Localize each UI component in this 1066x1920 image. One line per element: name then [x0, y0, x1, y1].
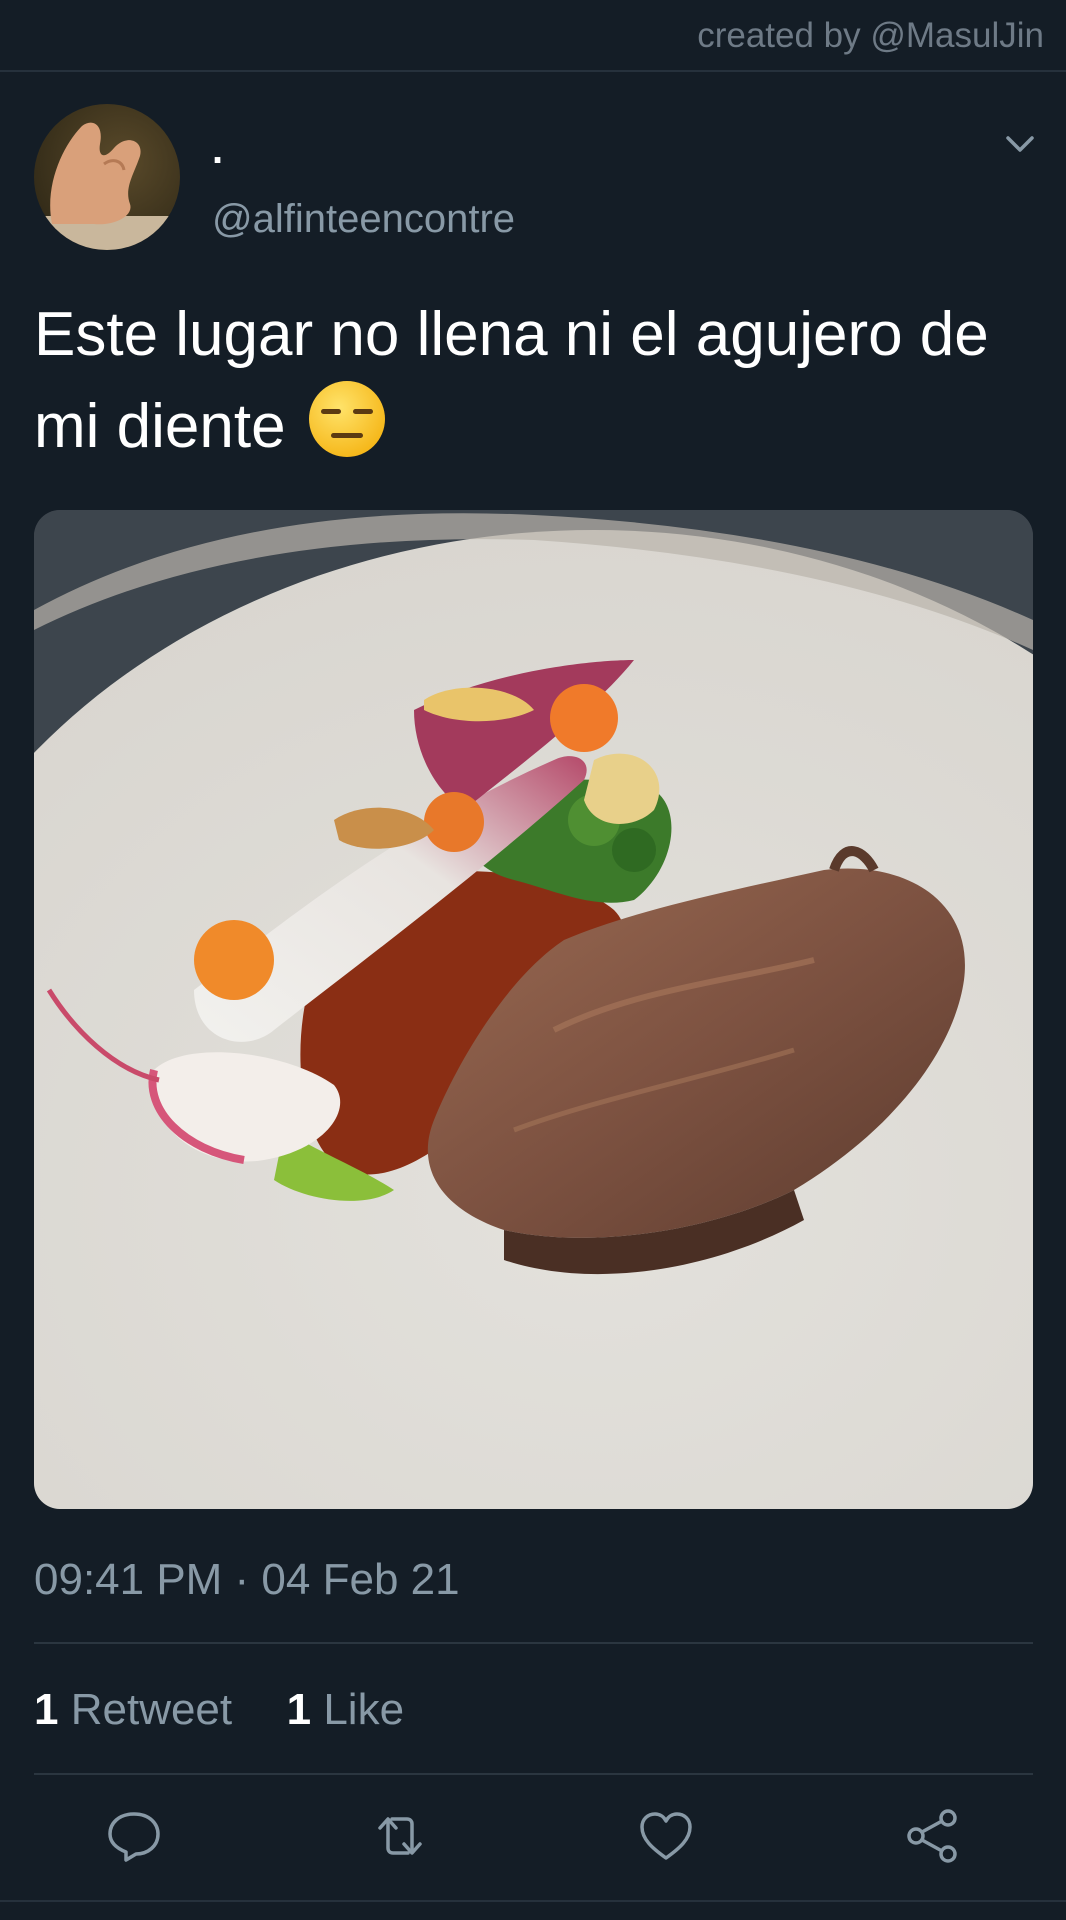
tweet-image[interactable] [34, 510, 1033, 1509]
retweet-icon[interactable] [370, 1806, 430, 1866]
retweet-label[interactable]: Retweet [71, 1685, 232, 1734]
chevron-down-icon[interactable] [1002, 126, 1038, 162]
reply-icon[interactable] [104, 1806, 164, 1866]
like-icon[interactable] [636, 1806, 696, 1866]
tweet-text: Este lugar no llena ni el agujero de mi … [34, 290, 1034, 483]
like-label[interactable]: Like [323, 1685, 404, 1734]
credit-text: created by @MasulJin [697, 16, 1044, 55]
expressionless-face-icon [307, 379, 387, 483]
tweet-timestamp: 09:41 PM · 04 Feb 21 [34, 1555, 460, 1604]
tweet-stats: 1 Retweet 1 Like [34, 1685, 404, 1735]
like-count[interactable]: 1 [287, 1685, 311, 1734]
avatar[interactable] [34, 104, 180, 250]
user-handle[interactable]: @alfinteencontre [212, 197, 515, 242]
retweet-count[interactable]: 1 [34, 1685, 58, 1734]
divider [34, 1773, 1033, 1775]
tweet-actions [0, 1800, 1066, 1880]
bottom-divider [0, 1900, 1066, 1902]
share-icon[interactable] [902, 1806, 962, 1866]
credit-bar: created by @MasulJin [0, 0, 1066, 72]
tweet-text-body: Este lugar no llena ni el agujero de mi … [34, 300, 989, 461]
divider [34, 1642, 1033, 1644]
display-name[interactable]: . [212, 128, 223, 173]
